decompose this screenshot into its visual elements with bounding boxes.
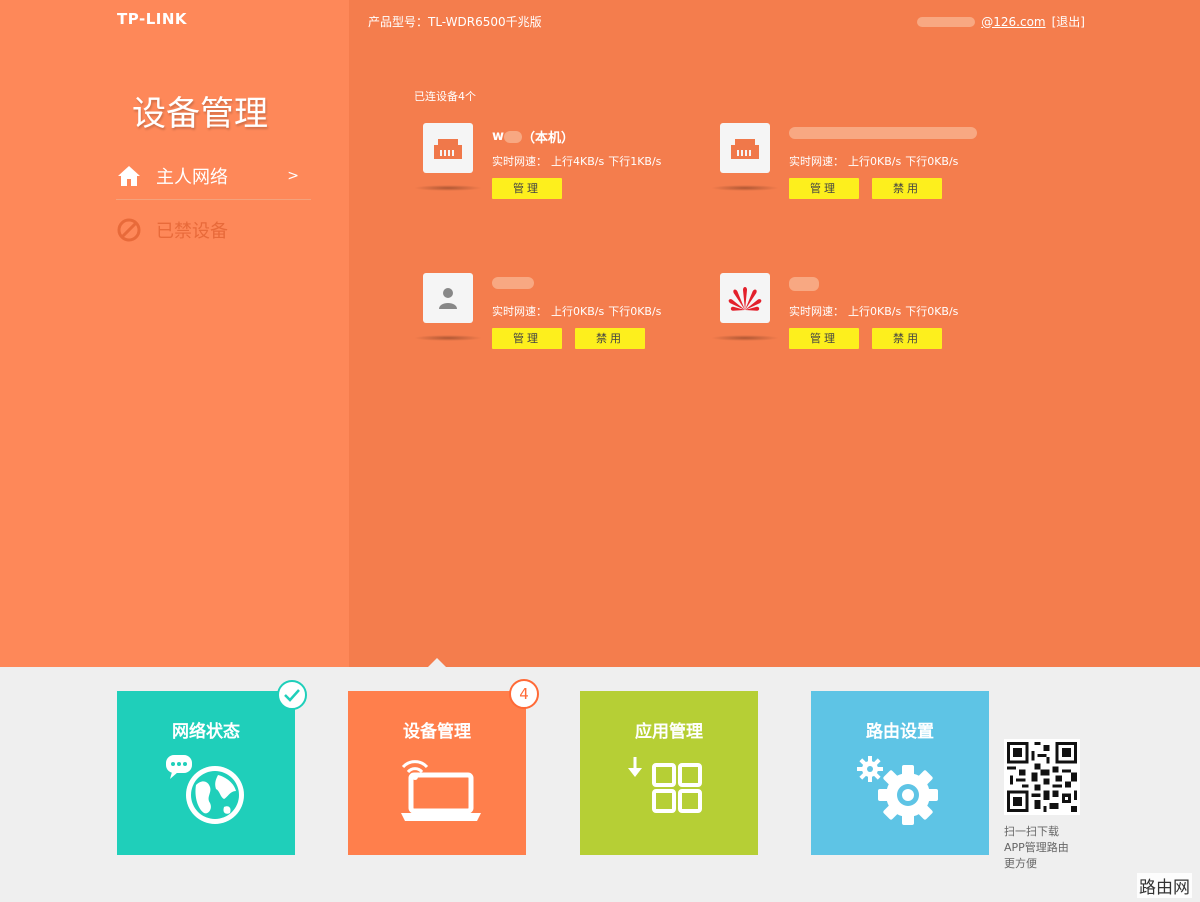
blurred-name [492,277,534,289]
upload-speed: 上行0KB/s [848,155,901,168]
device-name-suffix: （本机） [522,127,574,146]
download-speed: 下行0KB/s [608,305,661,318]
sidebar-item-label: 主人网络 [156,163,228,189]
chevron-right-icon: > [287,168,299,184]
logout-link[interactable]: [退出] [1052,13,1085,30]
icon-shadow [711,185,779,191]
sidebar-item-owner-network[interactable]: 主人网络 > [116,152,311,200]
device-speed: 实时网速： 上行0KB/s 下行0KB/s [789,153,958,169]
qr-caption-line: APP管理路由 [1004,840,1094,856]
device-name-prefix: w [492,129,504,144]
device-name [789,277,819,291]
icon-shadow [414,335,482,341]
device-name [789,127,977,139]
tile-label: 网络状态 [117,717,295,742]
download-speed: 下行1KB/s [608,155,661,168]
disable-button[interactable]: 禁用 [872,178,942,199]
tile-label: 设备管理 [348,717,526,742]
device-speed: 实时网速： 上行0KB/s 下行0KB/s [492,303,661,319]
tile-device-management[interactable]: 设备管理 [348,691,526,855]
sidebar-item-label: 已禁设备 [156,217,228,243]
blurred-name [504,131,522,143]
huawei-logo-icon [720,273,770,323]
device-speed: 实时网速： 上行4KB/s 下行1KB/s [492,153,661,169]
tile-network-status[interactable]: 网络状态 [117,691,295,855]
upload-speed: 上行0KB/s [848,305,901,318]
laptop-wifi-icon [348,751,526,823]
globe-chat-icon [117,751,295,827]
download-speed: 下行0KB/s [905,305,958,318]
blurred-name [789,277,819,291]
disable-button[interactable]: 禁用 [872,328,942,349]
qr-code-image [1004,739,1080,815]
product-model: 产品型号：TL-WDR6500千兆版 [368,13,542,30]
speed-label: 实时网速： [789,305,844,318]
person-icon [423,273,473,323]
manage-button[interactable]: 管理 [789,178,859,199]
qr-caption-line: 扫一扫下载 [1004,824,1094,840]
account-area: @126.com [退出] [917,13,1085,30]
device-card: 实时网速： 上行0KB/s 下行0KB/s 管理 禁用 [711,273,1001,393]
speed-label: 实时网速： [789,155,844,168]
device-card: 实时网速： 上行0KB/s 下行0KB/s 管理 禁用 [414,273,704,393]
account-email-link[interactable]: @126.com [981,15,1045,29]
active-tile-pointer [428,658,446,667]
ethernet-icon [423,123,473,173]
device-speed: 实时网速： 上行0KB/s 下行0KB/s [789,303,958,319]
tp-link-logo: TP-LINK [117,10,187,28]
device-card: w （本机） 实时网速： 上行4KB/s 下行1KB/s 管理 [414,123,704,243]
device-name [492,277,534,289]
qr-caption: 扫一扫下载 APP管理路由 更方便 [1004,824,1094,872]
icon-shadow [711,335,779,341]
watermark: 路由网 [1137,873,1192,898]
tile-router-settings[interactable]: 路由设置 [811,691,989,855]
manage-button[interactable]: 管理 [492,178,562,199]
tile-label: 应用管理 [580,717,758,742]
connected-devices-count: 已连设备4个 [414,88,476,104]
device-card: 实时网速： 上行0KB/s 下行0KB/s 管理 禁用 [711,123,1001,243]
ethernet-icon [720,123,770,173]
upload-speed: 上行0KB/s [551,305,604,318]
status-ok-check-icon [277,680,307,710]
icon-shadow [414,185,482,191]
device-name: w （本机） [492,127,574,146]
upload-speed: 上行4KB/s [551,155,604,168]
manage-button[interactable]: 管理 [789,328,859,349]
blurred-username [917,17,975,27]
download-speed: 下行0KB/s [905,155,958,168]
apps-grid-icon [580,751,758,823]
home-icon [116,163,142,189]
disable-button[interactable]: 禁用 [575,328,645,349]
gears-icon [811,751,989,827]
page-title: 设备管理 [132,86,268,135]
manage-button[interactable]: 管理 [492,328,562,349]
tile-app-management[interactable]: 应用管理 [580,691,758,855]
speed-label: 实时网速： [492,155,547,168]
tile-label: 路由设置 [811,717,989,742]
blurred-name [789,127,977,139]
speed-label: 实时网速： [492,305,547,318]
qr-caption-line: 更方便 [1004,856,1094,872]
blocked-icon [116,217,142,243]
sidebar-item-blocked-devices[interactable]: 已禁设备 [116,206,311,254]
device-count-badge: 4 [509,679,539,709]
